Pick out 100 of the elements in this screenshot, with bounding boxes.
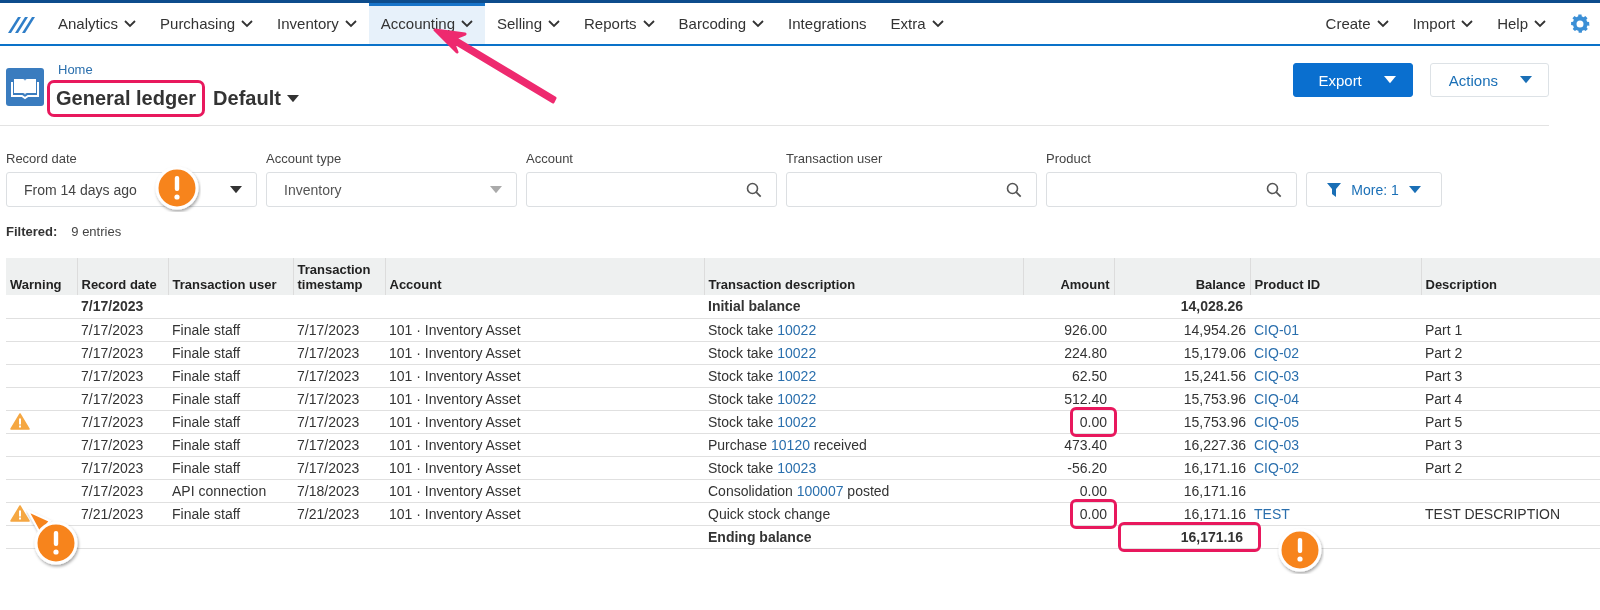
entry-count: 9 entries xyxy=(71,224,122,239)
nav-menu-item[interactable]: Purchasing xyxy=(148,3,266,44)
filter-label: Account xyxy=(526,151,574,166)
table-cell: Part 1 xyxy=(1425,321,1463,338)
search-icon xyxy=(1266,181,1282,198)
table-cell: Part 3 xyxy=(1425,367,1463,384)
product-link[interactable]: CIQ-02 xyxy=(1254,344,1300,361)
column-header[interactable]: Balance xyxy=(1114,258,1250,295)
table-cell: Part 2 xyxy=(1425,459,1463,476)
table-cell: Stock take 10022 xyxy=(708,321,817,338)
product-link[interactable]: TEST xyxy=(1254,505,1290,522)
nav-menu-item[interactable]: Reports xyxy=(572,3,667,44)
table-cell: Finale staff xyxy=(172,459,241,476)
table-cell: 7/17/2023 xyxy=(297,344,360,361)
product-link[interactable]: CIQ-04 xyxy=(1254,390,1300,407)
table-cell: 7/17/2023 xyxy=(297,413,360,430)
transaction-link[interactable]: 10023 xyxy=(777,459,817,476)
product-link[interactable]: CIQ-03 xyxy=(1254,436,1300,453)
transaction-link[interactable]: 10022 xyxy=(777,367,817,384)
table-cell: Ending balance xyxy=(708,528,812,545)
settings-icon[interactable] xyxy=(1568,12,1592,36)
book-icon xyxy=(6,68,44,106)
table-cell: Finale staff xyxy=(172,390,241,407)
product-link[interactable]: CIQ-03 xyxy=(1254,367,1300,384)
nav-menu-item[interactable]: Extra xyxy=(878,3,956,44)
table-cell: 7/17/2023 xyxy=(81,459,144,476)
table-cell: 7/17/2023 xyxy=(297,436,360,453)
transaction-link[interactable]: 10022 xyxy=(777,344,817,361)
table-cell: Stock take 10022 xyxy=(708,344,817,361)
transaction-link[interactable]: 10022 xyxy=(777,413,817,430)
table-cell: 101 · Inventory Asset xyxy=(389,505,521,522)
chevron-down-icon xyxy=(1376,19,1389,28)
table-cell: 16,171.16 xyxy=(1183,482,1246,499)
nav-menu-item[interactable]: Create xyxy=(1313,3,1401,44)
column-header[interactable]: Amount xyxy=(1023,258,1114,295)
nav-menu-item[interactable]: Help xyxy=(1485,3,1558,44)
table-cell: 16,227.36 xyxy=(1183,436,1246,453)
nav-menu-item[interactable]: Accounting xyxy=(368,3,485,44)
breadcrumb-link[interactable]: Home xyxy=(58,64,299,76)
column-header[interactable]: Account xyxy=(385,258,704,295)
table-cell: Quick stock change xyxy=(708,505,831,522)
product-link[interactable]: CIQ-01 xyxy=(1254,321,1300,338)
nav-menu-item[interactable]: Integrations xyxy=(776,3,879,44)
table-cell-text: 926.00 xyxy=(1063,320,1108,340)
table-cell: 7/17/2023 xyxy=(297,390,360,407)
table-cell: Part 4 xyxy=(1425,390,1463,407)
table-cell: Finale staff xyxy=(172,344,241,361)
view-dropdown[interactable]: Default xyxy=(213,87,299,110)
table-cell: Finale staff xyxy=(172,436,241,453)
column-header[interactable]: Record date xyxy=(77,258,168,295)
product-link[interactable]: CIQ-05 xyxy=(1254,413,1300,430)
column-header[interactable]: Transaction user xyxy=(168,258,293,295)
column-header[interactable]: Description xyxy=(1421,258,1600,295)
search-field[interactable] xyxy=(526,172,777,207)
table-cell: API connection xyxy=(172,482,267,499)
filter-label: Transaction user xyxy=(786,151,884,166)
table-cell: 7/17/2023 xyxy=(81,390,144,407)
nav-menu-item[interactable]: Analytics xyxy=(46,3,149,44)
caret-down-icon xyxy=(1383,76,1396,84)
table-cell: 16,171.16 xyxy=(1117,521,1261,552)
table-cell: Purchase 10120 received xyxy=(708,436,867,453)
column-header[interactable]: Product ID xyxy=(1250,258,1421,295)
table-cell: 101 · Inventory Asset xyxy=(389,459,521,476)
product-link[interactable]: CIQ-02 xyxy=(1254,459,1300,476)
page-title: General ledger xyxy=(47,80,206,117)
column-header[interactable]: Warning xyxy=(6,258,77,295)
table-cell: 7/17/2023 xyxy=(81,413,144,430)
nav-menu-item[interactable]: Import xyxy=(1400,3,1486,44)
more-filters-button[interactable]: More: 1 xyxy=(1306,172,1442,207)
search-icon xyxy=(1006,181,1022,198)
chevron-down-icon xyxy=(548,19,561,28)
transaction-link[interactable]: 10120 xyxy=(771,436,810,453)
warning-icon xyxy=(10,413,30,431)
table-cell-text: 0.00 xyxy=(1078,481,1108,501)
table-cell: 101 · Inventory Asset xyxy=(389,482,521,499)
nav-menu-item[interactable]: Selling xyxy=(485,3,573,44)
table-cell: 16,171.16 xyxy=(1183,505,1246,522)
chevron-down-icon xyxy=(344,19,357,28)
search-field[interactable] xyxy=(786,172,1037,207)
column-header[interactable]: Transaction timestamp xyxy=(293,258,385,295)
chevron-down-icon xyxy=(124,19,137,28)
search-field[interactable] xyxy=(1046,172,1297,207)
table-cell: 7/17/2023 xyxy=(81,436,144,453)
transaction-link[interactable]: 100007 xyxy=(796,482,844,499)
nav-menu-item[interactable]: Inventory xyxy=(265,3,369,44)
table-cell: 7/21/2023 xyxy=(81,505,144,522)
warning-icon xyxy=(10,505,30,523)
caret-down-icon xyxy=(286,94,299,103)
nav-menu-item[interactable]: Barcoding xyxy=(666,3,777,44)
table-cell: Finale staff xyxy=(172,367,241,384)
table-cell: Finale staff xyxy=(172,321,241,338)
table-cell-text: 62.50 xyxy=(1070,366,1108,386)
export-button[interactable]: Export xyxy=(1293,63,1413,97)
transaction-link[interactable]: 10022 xyxy=(777,390,817,407)
actions-button[interactable]: Actions xyxy=(1429,63,1549,97)
caret-down-icon xyxy=(230,185,242,194)
transaction-link[interactable]: 10022 xyxy=(777,321,817,338)
search-icon xyxy=(746,181,762,198)
column-header[interactable]: Transaction description xyxy=(704,258,1023,295)
table-cell: 7/17/2023 xyxy=(81,298,144,315)
